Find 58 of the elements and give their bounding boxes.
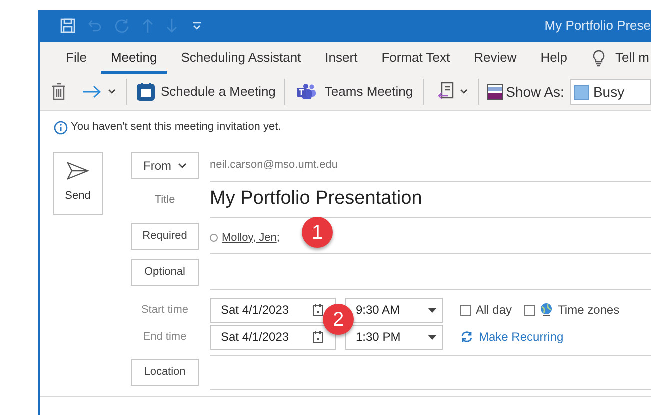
response-options-icon[interactable] bbox=[438, 82, 456, 102]
time-dropdown[interactable]: 1:30 PM bbox=[345, 324, 443, 350]
schedule-meeting-button[interactable]: Schedule a Meeting bbox=[137, 78, 276, 106]
optional-button[interactable]: Optional bbox=[131, 259, 199, 286]
tell-me-search[interactable]: Tell m bbox=[615, 48, 650, 74]
from-button[interactable]: From bbox=[131, 152, 199, 179]
delete-icon[interactable] bbox=[52, 83, 66, 101]
ribbon-tab[interactable]: File bbox=[56, 48, 97, 74]
save-icon[interactable] bbox=[60, 18, 76, 34]
chevron-down-icon bbox=[178, 162, 186, 168]
ribbon-tab[interactable]: Insert bbox=[315, 48, 368, 74]
show-as-label: Show As: bbox=[506, 82, 564, 102]
time-label: Start time bbox=[140, 302, 190, 318]
caret-icon[interactable] bbox=[460, 89, 468, 95]
caret-icon[interactable] bbox=[108, 89, 116, 95]
title-field[interactable]: My Portfolio Presentation bbox=[210, 185, 651, 214]
teams-meeting-button[interactable]: Teams Meeting bbox=[296, 78, 414, 106]
busy-swatch-icon bbox=[574, 84, 590, 100]
numbered-callout: 1 bbox=[302, 217, 333, 248]
presence-icon bbox=[210, 234, 218, 242]
ribbon-tab[interactable]: Meeting bbox=[100, 48, 168, 74]
show-as-value: Busy bbox=[593, 82, 625, 102]
all-day-checkbox[interactable]: All day bbox=[460, 301, 512, 319]
checkbox-icon[interactable] bbox=[460, 304, 471, 316]
location-button[interactable]: Location bbox=[131, 359, 199, 386]
calendar-icon[interactable] bbox=[313, 331, 323, 343]
numbered-callout: 2 bbox=[323, 304, 354, 335]
ribbon-tab[interactable]: Help bbox=[530, 48, 578, 74]
ribbon-tab[interactable]: Format Text bbox=[372, 48, 460, 74]
globe-icon bbox=[540, 303, 554, 317]
dropdown-arrow-icon bbox=[428, 334, 437, 340]
show-as-icon bbox=[487, 84, 504, 100]
info-icon bbox=[54, 120, 68, 134]
forward-arrow-icon[interactable] bbox=[82, 85, 102, 99]
time-label: End time bbox=[142, 330, 188, 345]
attendee-name[interactable]: Molloy, Jen bbox=[222, 230, 277, 246]
separator: ; bbox=[276, 230, 280, 246]
required-button[interactable]: Required bbox=[131, 223, 199, 250]
time-zones-checkbox[interactable]: Time zones bbox=[524, 301, 620, 319]
title-label: Title bbox=[154, 192, 176, 208]
lightbulb-icon bbox=[593, 50, 606, 67]
calendar-icon bbox=[137, 83, 155, 101]
show-as-dropdown[interactable]: Busy bbox=[570, 79, 651, 105]
send-icon bbox=[67, 162, 89, 180]
teams-icon bbox=[296, 84, 317, 100]
recurring-icon bbox=[460, 331, 474, 343]
checkbox-icon[interactable] bbox=[524, 304, 536, 316]
ribbon-tab[interactable]: Scheduling Assistant bbox=[171, 48, 312, 74]
info-message: You haven't sent this meeting invitation yet. bbox=[71, 120, 282, 136]
calendar-icon[interactable] bbox=[313, 304, 323, 316]
send-button[interactable]: Send bbox=[53, 152, 103, 215]
ribbon-tab[interactable]: Review bbox=[464, 48, 527, 74]
make-recurring-link[interactable]: Make Recurring bbox=[460, 328, 564, 346]
date-field[interactable]: Sat 4/1/2023 bbox=[210, 324, 336, 350]
customize-toolbar-icon[interactable] bbox=[192, 21, 202, 31]
dropdown-arrow-icon bbox=[428, 308, 437, 312]
from-address: neil.carson@mso.umt.edu bbox=[210, 158, 338, 173]
window-title: My Portfolio Prese bbox=[544, 17, 651, 36]
